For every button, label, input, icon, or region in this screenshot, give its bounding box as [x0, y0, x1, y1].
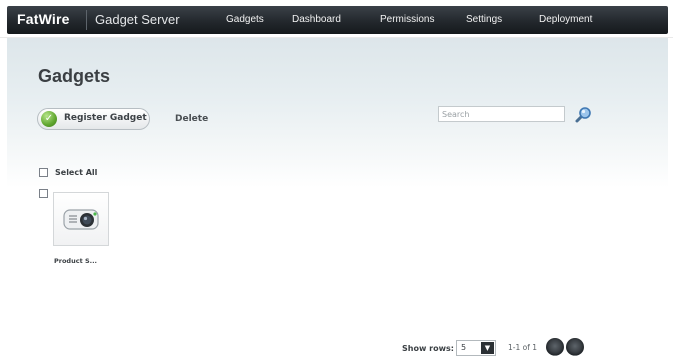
register-gadget-button[interactable]: ✓ Register Gadget [37, 108, 150, 130]
gadget-tile[interactable] [53, 192, 109, 246]
chevron-down-icon: ▼ [481, 342, 494, 354]
search-input[interactable] [438, 106, 565, 122]
nav-dashboard[interactable]: Dashboard [292, 14, 341, 25]
next-page-button[interactable] [566, 338, 584, 356]
delete-link[interactable]: Delete [175, 114, 208, 124]
rows-per-page-select[interactable]: 5 ▼ [456, 340, 496, 356]
gadget-name[interactable]: Product S... [54, 257, 97, 265]
show-rows-label: Show rows: [402, 344, 454, 353]
page-title: Gadgets [38, 66, 111, 86]
main-navigation-bar: FatWire Gadget Server Gadgets Dashboard … [7, 6, 668, 34]
register-gadget-label: Register Gadget [64, 113, 147, 123]
nav-settings[interactable]: Settings [466, 14, 502, 25]
magnifier-icon [575, 107, 591, 123]
select-all-label: Select All [55, 168, 98, 177]
gadgets-content: Gadgets ✓ Register Gadget Delete Select … [7, 38, 668, 362]
search-button[interactable] [573, 105, 593, 125]
rows-per-page-value: 5 [461, 343, 467, 352]
product-name: Gadget Server [95, 12, 180, 27]
brand-divider [86, 10, 87, 30]
previous-page-button[interactable] [546, 338, 564, 356]
projector-icon [63, 209, 99, 230]
nav-gadgets[interactable]: Gadgets [226, 14, 264, 25]
page-info: 1-1 of 1 [508, 343, 538, 352]
top-bar: FatWire Gadget Server Gadgets Dashboard … [0, 0, 673, 38]
brand-logo: FatWire [17, 11, 70, 27]
nav-permissions[interactable]: Permissions [380, 14, 434, 25]
select-all-checkbox[interactable] [39, 168, 48, 177]
nav-deployment[interactable]: Deployment [539, 14, 592, 25]
check-icon: ✓ [41, 111, 57, 127]
gadget-checkbox[interactable] [39, 189, 48, 198]
